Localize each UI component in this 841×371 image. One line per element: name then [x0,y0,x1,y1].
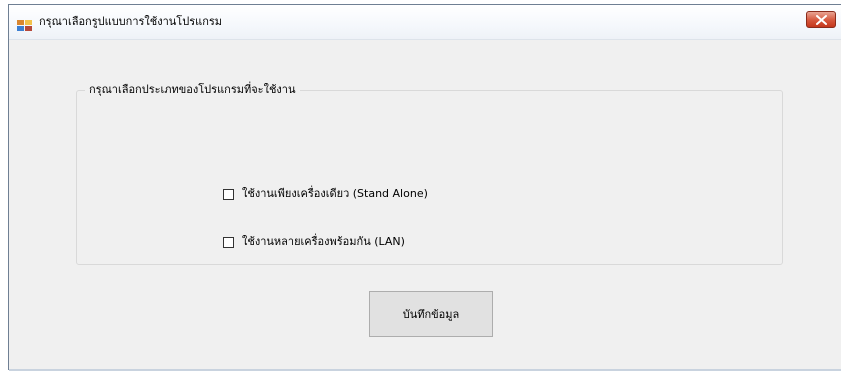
close-button[interactable] [806,11,836,28]
group-legend: กรุณาเลือกประเภทของโปรแกรมที่จะใช้งาน [85,82,300,98]
stand-alone-checkbox[interactable] [223,188,234,200]
lan-label: ใช้งานหลายเครื่องพร้อมกัน (LAN) [242,235,405,248]
dialog-body: กรุณาเลือกประเภทของโปรแกรมที่จะใช้งาน ใช… [9,40,841,371]
program-type-group: กรุณาเลือกประเภทของโปรแกรมที่จะใช้งาน ใช… [76,82,783,265]
stand-alone-label: ใช้งานเพียงเครื่องเดียว (Stand Alone) [242,187,428,200]
option-stand-alone[interactable]: ใช้งานเพียงเครื่องเดียว (Stand Alone) [223,185,428,203]
lan-checkbox[interactable] [223,236,234,248]
dialog-window: กรุณาเลือกรูปแบบการใช้งานโปรแกรม กรุณาเล… [8,4,841,371]
window-title: กรุณาเลือกรูปแบบการใช้งานโปรแกรม [39,15,223,28]
option-lan[interactable]: ใช้งานหลายเครื่องพร้อมกัน (LAN) [223,233,405,251]
close-icon [816,15,827,25]
title-bar[interactable]: กรุณาเลือกรูปแบบการใช้งานโปรแกรม [9,5,841,40]
save-button-label: บันทึกข้อมูล [402,308,460,321]
save-button[interactable]: บันทึกข้อมูล [369,291,493,337]
app-window-icon [17,17,33,31]
